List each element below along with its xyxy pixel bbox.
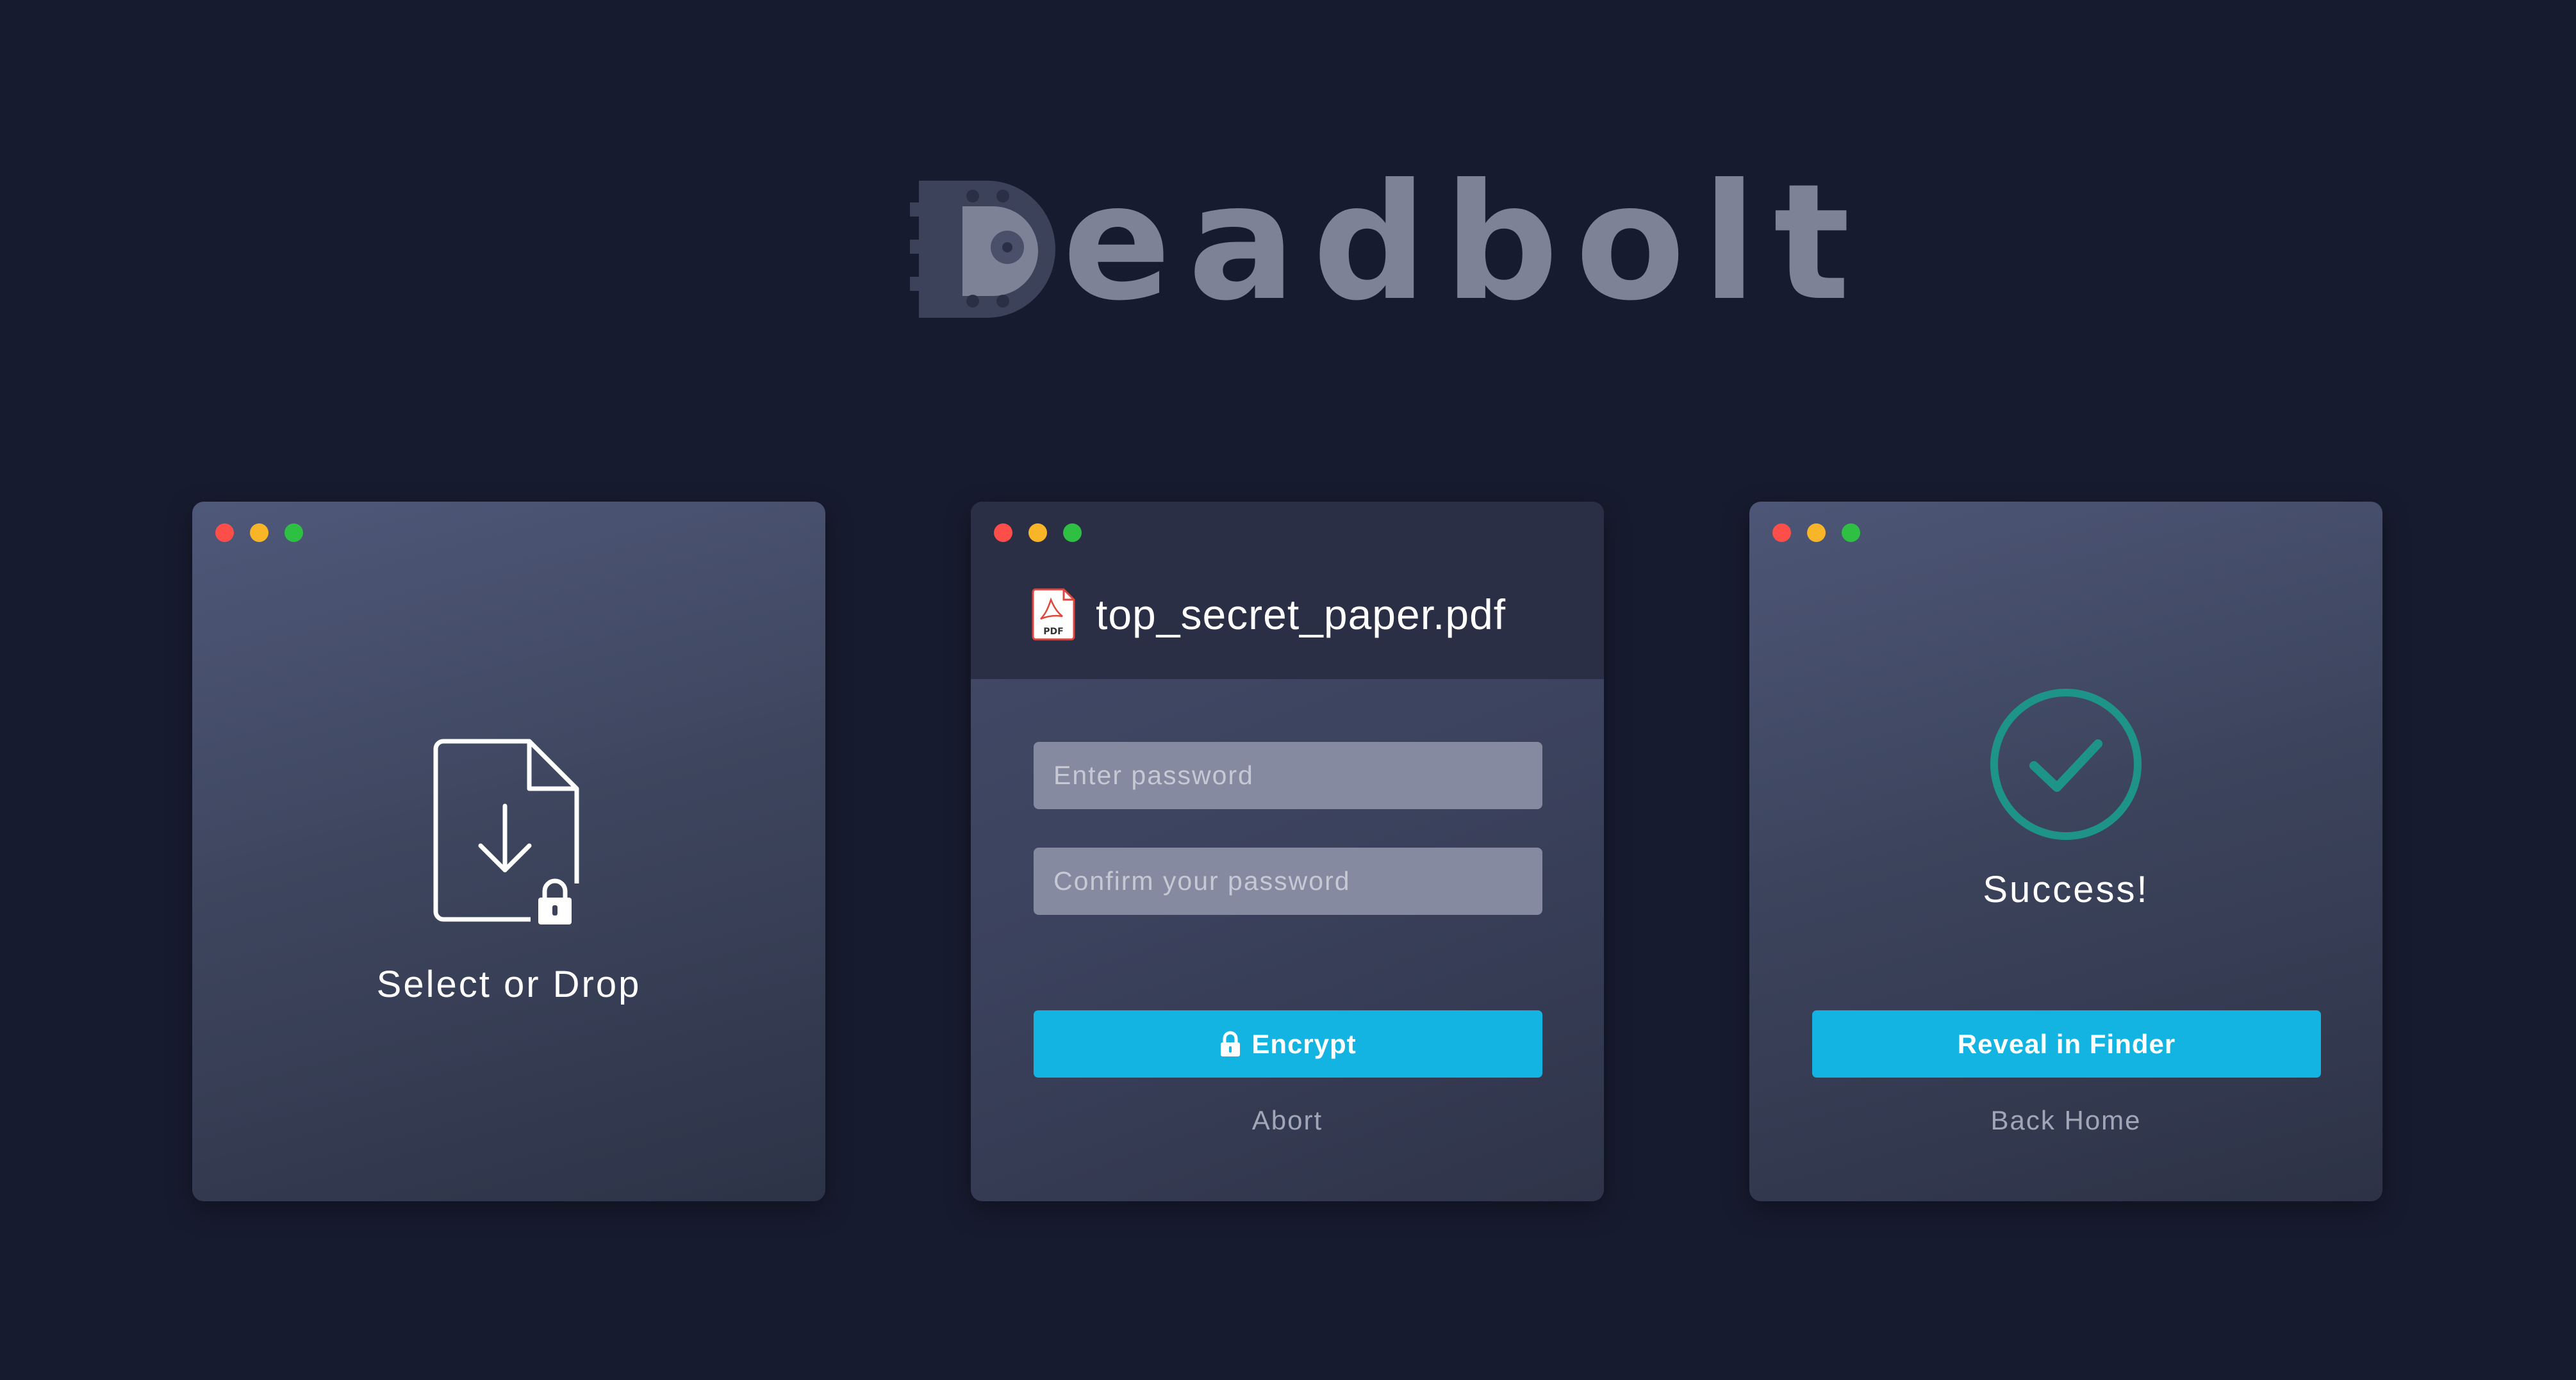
close-button[interactable]	[1772, 523, 1791, 542]
confirm-password-input[interactable]	[1034, 848, 1542, 915]
zoom-button[interactable]	[1063, 523, 1082, 542]
abort-link[interactable]: Abort	[971, 1105, 1604, 1136]
zoom-button[interactable]	[1842, 523, 1860, 542]
check-circle-icon	[1990, 689, 2142, 840]
window-controls	[1772, 523, 1860, 542]
file-name: top_secret_paper.pdf	[1096, 591, 1507, 638]
bolt-d-logo-icon	[910, 181, 1055, 318]
file-download-lock-icon[interactable]	[429, 739, 590, 931]
deadbolt-logo: eadbolt	[910, 163, 1867, 323]
reveal-in-finder-button[interactable]: Reveal in Finder	[1812, 1010, 2321, 1078]
reveal-button-label: Reveal in Finder	[1957, 1028, 2176, 1059]
minimize-button[interactable]	[1807, 523, 1826, 542]
logo-wordmark: eadbolt	[1062, 149, 1867, 336]
encrypt-button[interactable]: Encrypt	[1034, 1010, 1542, 1078]
minimize-button[interactable]	[250, 523, 268, 542]
close-button[interactable]	[215, 523, 234, 542]
password-input[interactable]	[1034, 742, 1542, 809]
minimize-button[interactable]	[1028, 523, 1047, 542]
select-window: Select or Drop	[192, 502, 825, 1201]
select-or-drop-label: Select or Drop	[376, 964, 641, 1005]
encrypt-button-label: Encrypt	[1251, 1028, 1357, 1059]
success-label: Success!	[1983, 869, 2149, 910]
pdf-icon-label: PDF	[1043, 627, 1063, 637]
success-window: Success! Reveal in Finder Back Home	[1749, 502, 2382, 1201]
window-controls	[994, 523, 1082, 542]
lock-icon	[1221, 1031, 1241, 1056]
zoom-button[interactable]	[285, 523, 303, 542]
window-controls	[215, 523, 303, 542]
encrypt-window: PDF top_secret_paper.pdf Encrypt Abort	[971, 502, 1604, 1201]
back-home-link[interactable]: Back Home	[1749, 1105, 2382, 1136]
close-button[interactable]	[994, 523, 1012, 542]
pdf-file-icon: PDF	[1032, 588, 1075, 641]
file-info: PDF top_secret_paper.pdf	[1032, 588, 1506, 641]
